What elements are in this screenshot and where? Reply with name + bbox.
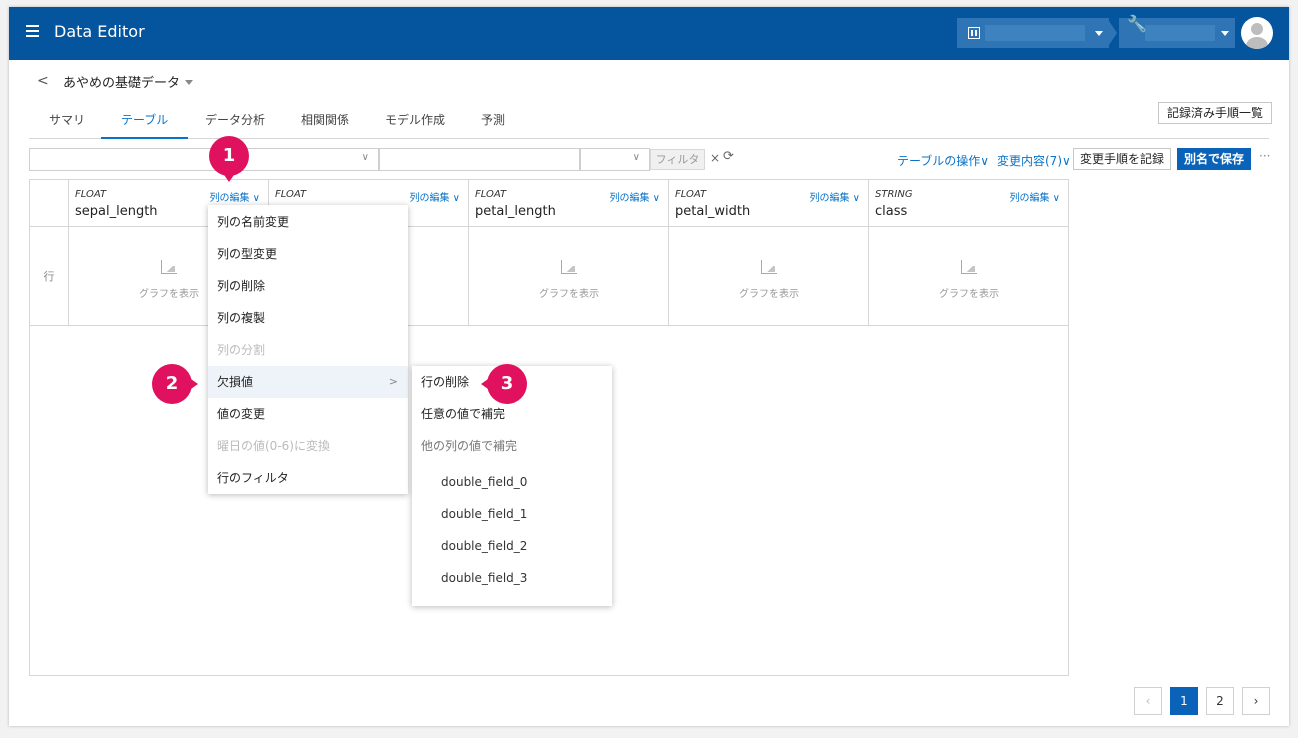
menu-item-change-values[interactable]: 値の変更: [208, 398, 408, 430]
menu-item-split-column: 列の分割: [217, 343, 266, 357]
menu-item-delete-column[interactable]: 列の削除: [208, 270, 408, 302]
filter-button[interactable]: フィルタ: [650, 149, 705, 170]
tab-table[interactable]: テーブル: [101, 112, 189, 139]
pagination-prev-button[interactable]: ‹: [1134, 687, 1162, 715]
show-graph-link[interactable]: グラフを表示: [869, 285, 1069, 300]
tab-bar: サマリ テーブル データ分析 相関関係 モデル作成 予測: [29, 104, 1269, 139]
tab-prediction[interactable]: 予測: [461, 112, 525, 139]
table-operations-menu[interactable]: テーブルの操作∨: [897, 152, 989, 169]
wrench-icon: 🔧: [1127, 14, 1147, 33]
menu-item-change-type[interactable]: 列の型変更: [208, 238, 408, 270]
chevron-down-icon: ∨: [632, 152, 640, 163]
row-header-label: 行: [30, 227, 69, 326]
submenu-field-option[interactable]: double_field_0: [412, 466, 612, 498]
pagination-page-1[interactable]: 1: [1170, 687, 1198, 715]
submenu-field-option[interactable]: double_field_2: [412, 530, 612, 562]
show-graph-link[interactable]: グラフを表示: [669, 285, 869, 300]
column-name: sepal_length: [75, 204, 158, 219]
show-graph-link[interactable]: グラフを表示: [469, 285, 669, 300]
submenu-item-fill-other-column: 他の列の値で補完: [421, 439, 518, 453]
step-callout-1: 1: [209, 136, 249, 182]
top-bar: Data Editor 🔧: [9, 7, 1289, 60]
chart-icon[interactable]: [761, 260, 777, 274]
refresh-icon[interactable]: ⟳: [723, 149, 734, 164]
column-select[interactable]: ∨: [29, 148, 379, 171]
edit-column-button[interactable]: 列の編集 ∨: [410, 189, 461, 204]
filter-operator-select[interactable]: ∨: [580, 148, 650, 171]
chart-icon[interactable]: [961, 260, 977, 274]
column-type: FLOAT: [475, 189, 507, 200]
edit-column-button[interactable]: 列の編集 ∨: [810, 189, 861, 204]
edit-column-button[interactable]: 列の編集 ∨: [210, 189, 261, 204]
step-callout-2: 2: [152, 364, 198, 404]
column-type: FLOAT: [275, 189, 307, 200]
building-icon: [968, 27, 980, 39]
hamburger-menu-icon[interactable]: [26, 25, 39, 37]
column-graph-cell: グラフを表示: [669, 227, 869, 326]
more-options-icon[interactable]: ···: [1259, 149, 1270, 163]
project-name-field: [1145, 25, 1215, 41]
app-title: Data Editor: [54, 22, 145, 41]
organization-select[interactable]: [957, 18, 1109, 48]
chevron-down-icon: [1221, 31, 1229, 36]
submenu-field-option[interactable]: double_field_3: [412, 562, 612, 594]
chevron-down-icon: [1095, 31, 1103, 36]
changes-menu[interactable]: 変更内容(7)∨: [997, 152, 1071, 169]
chevron-right-icon: >: [388, 375, 398, 388]
clear-filter-icon[interactable]: ×: [710, 151, 720, 165]
chart-icon[interactable]: [161, 260, 177, 274]
recorded-steps-button[interactable]: 記録済み手順一覧: [1158, 102, 1273, 124]
column-name: petal_width: [675, 204, 751, 219]
tab-data-analysis[interactable]: データ分析: [185, 112, 285, 139]
menu-item-convert-weekday: 曜日の値(0-6)に変換: [217, 439, 330, 453]
tab-summary[interactable]: サマリ: [29, 112, 105, 139]
organization-name-field: [985, 25, 1085, 41]
menu-item-rename-column[interactable]: 列の名前変更: [208, 206, 408, 238]
column-type: STRING: [875, 189, 913, 200]
dataset-name[interactable]: あやめの基礎データ: [63, 72, 180, 91]
submenu-field-option[interactable]: double_field_1: [412, 498, 612, 530]
column-header: STRING class 列の編集 ∨: [869, 180, 1069, 227]
back-icon[interactable]: <: [37, 73, 49, 89]
breadcrumb-separator: [1107, 18, 1117, 48]
chevron-down-icon: ∨: [361, 152, 369, 163]
app-window: Data Editor 🔧 < あやめの基礎データ サマリ テーブル データ分析…: [9, 7, 1289, 726]
menu-item-duplicate-column[interactable]: 列の複製: [208, 302, 408, 334]
column-type: FLOAT: [75, 189, 107, 200]
dataset-caret-icon[interactable]: [185, 80, 193, 85]
menu-item-missing-values[interactable]: 欠損値 >: [208, 366, 408, 398]
column-name: petal_length: [475, 204, 556, 219]
edit-column-button[interactable]: 列の編集 ∨: [1010, 189, 1061, 204]
column-header: FLOAT petal_width 列の編集 ∨: [669, 180, 869, 227]
menu-item-label: 欠損値: [217, 375, 254, 389]
pagination-page-2[interactable]: 2: [1206, 687, 1234, 715]
column-graph-cell: グラフを表示: [869, 227, 1069, 326]
tab-correlation[interactable]: 相関関係: [281, 112, 369, 139]
column-name: class: [875, 204, 908, 219]
filter-value-input[interactable]: [379, 148, 580, 171]
chart-icon[interactable]: [561, 260, 577, 274]
column-type: FLOAT: [675, 189, 707, 200]
user-avatar[interactable]: [1241, 17, 1273, 49]
table-corner: [30, 180, 69, 227]
edit-column-button[interactable]: 列の編集 ∨: [610, 189, 661, 204]
tab-model-building[interactable]: モデル作成: [365, 112, 465, 139]
menu-item-row-filter[interactable]: 行のフィルタ: [208, 462, 408, 494]
record-steps-button[interactable]: 変更手順を記録: [1073, 148, 1172, 170]
column-edit-menu: 列の名前変更 列の型変更 列の削除 列の複製 列の分割 欠損値 > 値の変更 曜…: [208, 205, 408, 494]
column-graph-cell: グラフを表示: [469, 227, 669, 326]
column-header: FLOAT petal_length 列の編集 ∨: [469, 180, 669, 227]
step-callout-3: 3: [481, 364, 527, 404]
pagination-next-button[interactable]: ›: [1242, 687, 1270, 715]
save-as-button[interactable]: 別名で保存: [1177, 148, 1252, 170]
